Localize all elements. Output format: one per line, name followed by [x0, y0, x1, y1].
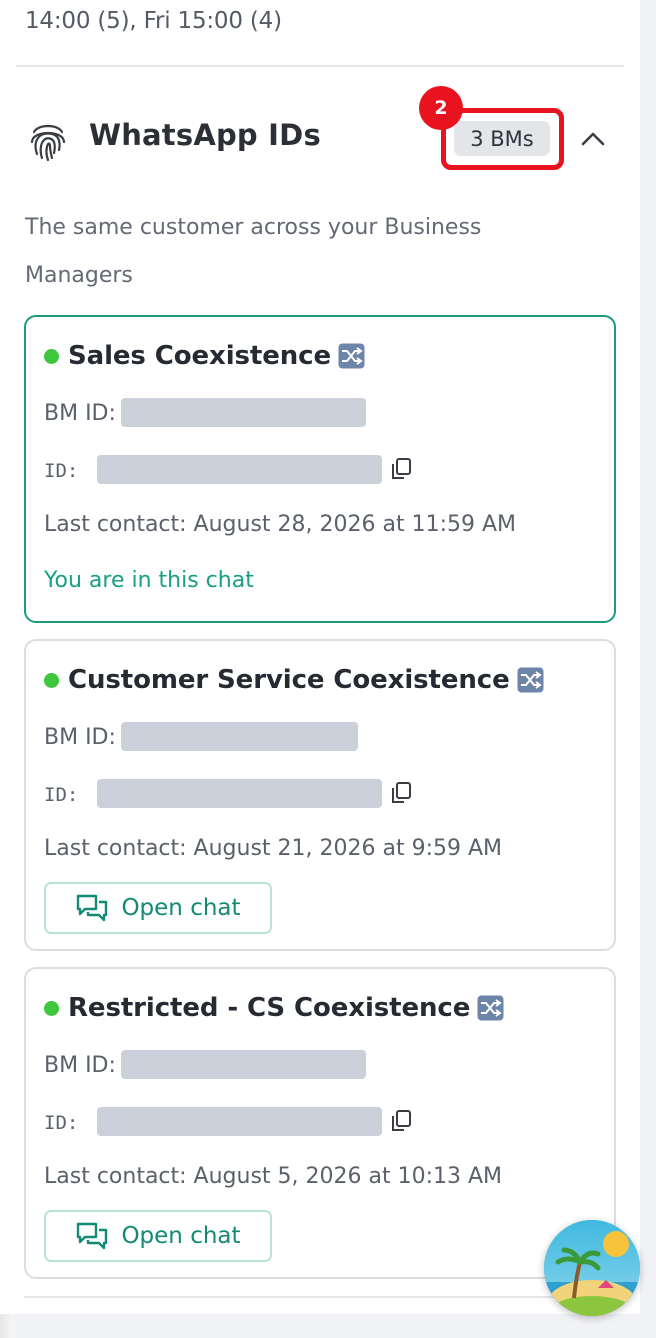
chevron-up-icon[interactable] — [580, 128, 606, 148]
bm-id-label: BM ID: — [44, 1053, 116, 1078]
whatsapp-id-card: Customer Service Coexistence BM ID: ID: … — [24, 639, 616, 951]
annotation-number-badge: 2 — [419, 86, 463, 130]
id-label: ID: — [44, 784, 79, 806]
card-title: Restricted - CS Coexistence — [68, 993, 471, 1023]
card-title-row: Sales Coexistence — [44, 341, 365, 371]
copy-icon[interactable] — [390, 1109, 412, 1133]
card-title-row: Restricted - CS Coexistence — [44, 993, 504, 1023]
shuffle-icon — [477, 995, 504, 1021]
open-chat-label: Open chat — [121, 895, 241, 921]
assistant-avatar-button[interactable] — [544, 1220, 640, 1316]
whatsapp-id-card: Sales Coexistence BM ID: ID: Last contac… — [24, 315, 616, 623]
divider — [16, 65, 624, 67]
card-title: Sales Coexistence — [68, 341, 331, 371]
contact-details-panel: 14:00 (5), Fri 15:00 (4) WhatsApp IDs 3 … — [0, 0, 640, 1314]
copy-icon[interactable] — [390, 781, 412, 805]
id-label: ID: — [44, 1112, 79, 1134]
bm-id-label: BM ID: — [44, 725, 116, 750]
id-label: ID: — [44, 460, 79, 482]
chat-bubbles-icon — [77, 894, 108, 922]
last-contact-text: Last contact: August 28, 2026 at 11:59 A… — [44, 512, 517, 537]
chat-bubbles-icon — [77, 1222, 108, 1250]
card-title-row: Customer Service Coexistence — [44, 665, 544, 695]
last-contact-text: Last contact: August 21, 2026 at 9:59 AM — [44, 836, 503, 861]
fingerprint-icon — [30, 124, 66, 162]
open-chat-label: Open chat — [121, 1223, 241, 1249]
id-redacted — [97, 1107, 382, 1136]
id-redacted — [97, 779, 382, 808]
status-dot — [44, 672, 59, 688]
shuffle-icon — [517, 667, 544, 693]
copy-icon[interactable] — [390, 457, 412, 481]
beach-island-icon — [544, 1220, 640, 1316]
bm-id-label: BM ID: — [44, 401, 116, 426]
shuffle-icon — [338, 343, 365, 369]
card-title: Customer Service Coexistence — [68, 665, 510, 695]
open-chat-button[interactable]: Open chat — [44, 1210, 272, 1262]
section-title: WhatsApp IDs — [89, 118, 321, 152]
bm-id-redacted — [121, 398, 366, 427]
schedule-text: 14:00 (5), Fri 15:00 (4) — [25, 8, 282, 34]
status-dot — [44, 348, 59, 364]
in-chat-indicator: You are in this chat — [44, 568, 254, 593]
bm-id-redacted — [121, 1050, 366, 1079]
divider — [24, 1296, 616, 1298]
open-chat-button[interactable]: Open chat — [44, 882, 272, 934]
section-description: The same customer across your Business M… — [25, 215, 482, 288]
id-redacted — [97, 455, 382, 484]
whatsapp-id-card: Restricted - CS Coexistence BM ID: ID: L… — [24, 967, 616, 1279]
bm-id-redacted — [121, 722, 358, 751]
status-dot — [44, 1000, 59, 1016]
last-contact-text: Last contact: August 5, 2026 at 10:13 AM — [44, 1164, 503, 1189]
